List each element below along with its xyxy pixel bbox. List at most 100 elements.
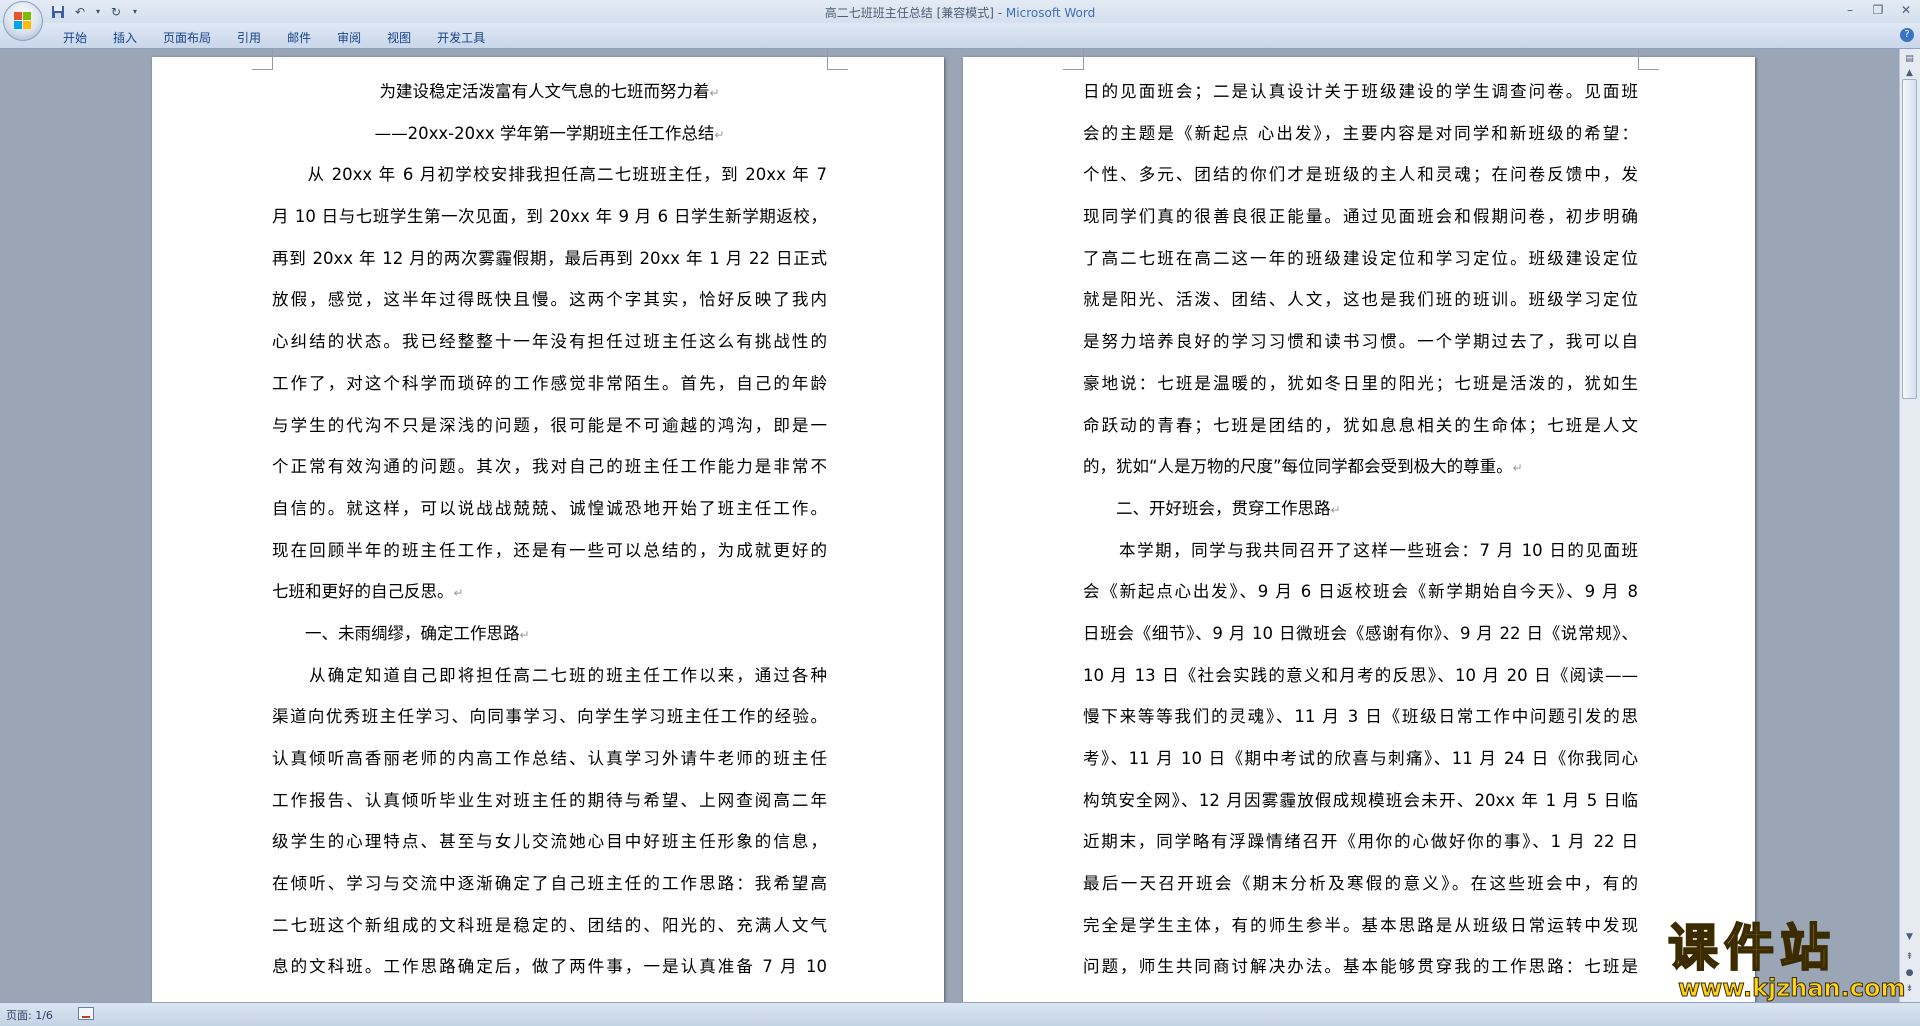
text-line-content: 问题，师生共同商讨解决办法。基本能够贯穿我的工作思路：七班是	[1083, 957, 1638, 977]
watermark-text: 课件站	[1667, 919, 1836, 977]
text-line-content: 本学期，同学与我共同召开了这样一些班会：7 月 10 日的见面班	[1083, 540, 1638, 560]
text-line: 再到 20xx 年 12 月的两次雾霾假期，最后再到 20xx 年 1 月 22…	[272, 238, 827, 280]
text-line-content: 与学生的代沟不只是深浅的问题，很可能是不可逾越的鸿沟，即是一	[272, 415, 827, 435]
text-line: 了高二七班在高二这一年的班级建设定位和学习定位。班级建设定位	[1083, 238, 1638, 280]
text-line-content: 日的见面班会；二是认真设计关于班级建设的学生调查问卷。见面班	[1083, 82, 1638, 101]
text-line: 会《新起点心出发》、9 月 6 日返校班会《新学期始自今天》、9 月 8	[1083, 571, 1638, 613]
text-line: 个正常有效沟通的问题。其次，我对自己的班主任工作能力是非常不	[272, 446, 827, 488]
text-line-content: 的，犹如“人是万物的尺度”每位同学都会受到极大的尊重。	[1083, 457, 1513, 477]
scroll-thumb[interactable]	[1902, 79, 1917, 399]
text-line-content: 渠道向优秀班主任学习、向同事学习、向学生学习班主任工作的经验。	[272, 707, 827, 727]
text-line: 认真倾听高香丽老师的内高工作总结、认真学习外请牛老师的班主任	[272, 738, 827, 780]
text-line: 自信的。就这样，可以说战战兢兢、诚惶诚恐地开始了班主任工作。	[272, 488, 827, 530]
text-line: 二、开好班会，贯穿工作思路↵	[1083, 488, 1638, 530]
page-text[interactable]: 日的见面班会；二是认真设计关于班级建设的学生调查问卷。见面班 会的主题是《新起点 …	[1083, 71, 1638, 988]
text-line: 日班会《细节》、9 月 10 日微班会《感谢有你》、9 月 22 日《说常规》、	[1083, 613, 1638, 655]
text-line: 放假，感觉，这半年过得既快且慢。这两个字其实，恰好反映了我内	[272, 279, 827, 321]
ruler-toggle-icon[interactable]: ▤	[1902, 51, 1917, 66]
minimize-button[interactable]: –	[1836, 0, 1864, 20]
ribbon: 开始 插入 页面布局 引用 邮件 审阅 视图 开发工具 ?	[0, 23, 1920, 49]
text-line-content: 个正常有效沟通的问题。其次，我对自己的班主任工作能力是非常不	[272, 457, 827, 477]
text-line: 本学期，同学与我共同召开了这样一些班会：7 月 10 日的见面班	[1083, 530, 1638, 572]
restore-button[interactable]: ❐	[1864, 0, 1892, 20]
page-text[interactable]: 为建设稳定活泼富有人文气息的七班而努力着↵ ——20xx-20xx 学年第一学期班…	[272, 71, 827, 988]
text-line: 就是阳光、活泼、团结、人文，这也是我们班的班训。班级学习定位	[1083, 279, 1638, 321]
text-line-content: 为建设稳定活泼富有人文气息的七班而努力着	[379, 82, 710, 101]
office-button[interactable]	[3, 1, 43, 41]
text-line-content: 会的主题是《新起点 心出发》，主要内容是对同学和新班级的希望：	[1083, 123, 1638, 143]
text-line-content: 认真倾听高香丽老师的内高工作总结、认真学习外请牛老师的班主任	[272, 749, 827, 768]
document-title: 高二七班班主任总结 [兼容模式] -	[824, 6, 1006, 20]
text-line-content: 在倾听、学习与交流中逐渐确定了自己班主任的工作思路：我希望高	[272, 874, 827, 894]
tab-home[interactable]: 开始	[50, 27, 100, 48]
text-line: 七班和更好的自己反思。↵	[272, 571, 827, 613]
close-button[interactable]: ✕	[1892, 0, 1920, 20]
text-line: 的，犹如“人是万物的尺度”每位同学都会受到极大的尊重。↵	[1083, 446, 1638, 488]
text-line-content: 考》、11 月 10 日《期中考试的欣喜与刺痛》、11 月 24 日《你我同心	[1083, 749, 1638, 768]
text-line-content: 现同学们真的很善良很正能量。通过见面班会和假期问卷，初步明确	[1083, 207, 1638, 227]
crop-mark	[1638, 49, 1659, 70]
text-line-content: ——20xx-20xx 学年第一学期班主任工作总结	[374, 123, 715, 143]
tab-insert[interactable]: 插入	[100, 27, 150, 48]
title-bar: ↶ ▾ ↻ ▾ 高二七班班主任总结 [兼容模式] - Microsoft Wor…	[0, 0, 1920, 41]
text-line-content: 最后一天召开班会《期末分析及寒假的意义》。在这些班会中，有的	[1083, 874, 1638, 894]
tab-view[interactable]: 视图	[374, 27, 424, 48]
page-indicator[interactable]: 页面: 1/6	[6, 1007, 53, 1023]
text-line: 工作报告、认真倾听毕业生对班主任的期待与希望、上网查阅高二年	[272, 780, 827, 822]
text-line-content: 个性、多元、团结的你们才是班级的主人和灵魂；在问卷反馈中，发	[1083, 165, 1638, 185]
tab-references[interactable]: 引用	[224, 27, 274, 48]
text-line-content: 再到 20xx 年 12 月的两次雾霾假期，最后再到 20xx 年 1 月 22…	[272, 248, 827, 268]
text-line: 近期末，同学略有浮躁情绪召开《用你的心做好你的事》、1 月 22 日	[1083, 821, 1638, 863]
vertical-scrollbar[interactable]: ▤ ▲ ▼ ⇞ ● ⇟	[1899, 49, 1920, 1002]
text-line: 月 10 日与七班学生第一次见面，到 20xx 年 9 月 6 日学生新学期返校…	[272, 196, 827, 238]
text-line-content: 二、开好班会，贯穿工作思路	[1083, 498, 1331, 518]
text-line-content: 是努力培养良好的学习习惯和读书习惯。一个学期过去了，我可以自	[1083, 332, 1638, 352]
text-line: 构筑安全网》、12 月因雾霾放假成规模班会未开、20xx 年 1 月 5 日临	[1083, 780, 1638, 822]
text-line: 一、未雨绸缪，确定工作思路↵	[272, 613, 827, 655]
text-line: 现在回顾半年的班主任工作，还是有一些可以总结的，为成就更好的	[272, 530, 827, 572]
proofing-icon[interactable]	[78, 1007, 94, 1020]
document-page-1: 为建设稳定活泼富有人文气息的七班而努力着↵ ——20xx-20xx 学年第一学期班…	[152, 49, 944, 1002]
text-line: 日的见面班会；二是认真设计关于班级建设的学生调查问卷。见面班	[1083, 71, 1638, 113]
text-line-content: 了高二七班在高二这一年的班级建设定位和学习定位。班级建设定位	[1083, 248, 1638, 268]
document-page-2: 日的见面班会；二是认真设计关于班级建设的学生调查问卷。见面班 会的主题是《新起点 …	[963, 49, 1755, 1002]
help-icon[interactable]: ?	[1900, 28, 1914, 42]
status-bar: 页面: 1/6	[0, 1002, 1920, 1026]
tab-page-layout[interactable]: 页面布局	[150, 27, 224, 48]
text-line: 从 20xx 年 6 月初学校安排我担任高二七班班主任，到 20xx 年 7	[272, 154, 827, 196]
text-line-content: 现在回顾半年的班主任工作，还是有一些可以总结的，为成就更好的	[272, 540, 827, 560]
text-line: 最后一天召开班会《期末分析及寒假的意义》。在这些班会中，有的	[1083, 863, 1638, 905]
text-line: 工作了，对这个科学而琐碎的工作感觉非常陌生。首先，自己的年龄	[272, 363, 827, 405]
watermark-url: www.kjzhan.com	[1677, 974, 1906, 1003]
text-line: 完全是学生主体，有的师生参半。基本思路是从班级日常运转中发现	[1083, 905, 1638, 947]
text-line-content: 二七班这个新组成的文科班是稳定的、团结的、阳光的、充满人文气	[272, 915, 827, 935]
scroll-up-icon[interactable]: ▲	[1902, 65, 1917, 80]
text-line-content: 从确定知道自己即将担任高二七班的班主任工作以来，通过各种	[272, 665, 827, 685]
crop-mark	[252, 49, 273, 70]
site-watermark-logo: 课件站 www.kjzhan.com	[1667, 919, 1908, 1003]
text-line: 会的主题是《新起点 心出发》，主要内容是对同学和新班级的希望：	[1083, 113, 1638, 155]
paragraph-mark-icon: ↵	[1330, 502, 1341, 517]
window-controls: – ❐ ✕	[1836, 0, 1920, 20]
text-line-content: 月 10 日与七班学生第一次见面，到 20xx 年 9 月 6 日学生新学期返校…	[272, 207, 827, 227]
office-logo-icon	[14, 12, 32, 30]
tab-developer[interactable]: 开发工具	[424, 27, 498, 48]
text-line-content: 工作了，对这个科学而琐碎的工作感觉非常陌生。首先，自己的年龄	[272, 373, 827, 393]
text-line: 考》、11 月 10 日《期中考试的欣喜与刺痛》、11 月 24 日《你我同心	[1083, 738, 1638, 780]
document-workspace: 为建设稳定活泼富有人文气息的七班而努力着↵ ——20xx-20xx 学年第一学期班…	[0, 49, 1900, 1002]
tab-mailings[interactable]: 邮件	[274, 27, 324, 48]
tab-review[interactable]: 审阅	[324, 27, 374, 48]
text-line: 与学生的代沟不只是深浅的问题，很可能是不可逾越的鸿沟，即是一	[272, 405, 827, 447]
text-line-content: 息的文科班。工作思路确定后，做了两件事，一是认真准备 7 月 10	[272, 957, 827, 977]
text-line: 10 月 13 日《社会实践的意义和月考的反思》、10 月 20 日《阅读——	[1083, 655, 1638, 697]
paragraph-mark-icon: ↵	[709, 86, 720, 100]
text-line: 渠道向优秀班主任学习、向同事学习、向学生学习班主任工作的经验。	[272, 696, 827, 738]
text-line-content: 完全是学生主体，有的师生参半。基本思路是从班级日常运转中发现	[1083, 915, 1638, 935]
text-line-content: 日班会《细节》、9 月 10 日微班会《感谢有你》、9 月 22 日《说常规》、	[1083, 623, 1638, 643]
text-line: 问题，师生共同商讨解决办法。基本能够贯穿我的工作思路：七班是	[1083, 946, 1638, 988]
text-line-content: 慢下来等等我们的灵魂》、11 月 3 日《班级日常工作中问题引发的思	[1083, 707, 1638, 727]
app-name: Microsoft Word	[1005, 6, 1096, 20]
text-line-content: 一、未雨绸缪，确定工作思路	[272, 623, 520, 643]
text-line: 个性、多元、团结的你们才是班级的主人和灵魂；在问卷反馈中，发	[1083, 154, 1638, 196]
paragraph-mark-icon: ↵	[714, 127, 725, 142]
